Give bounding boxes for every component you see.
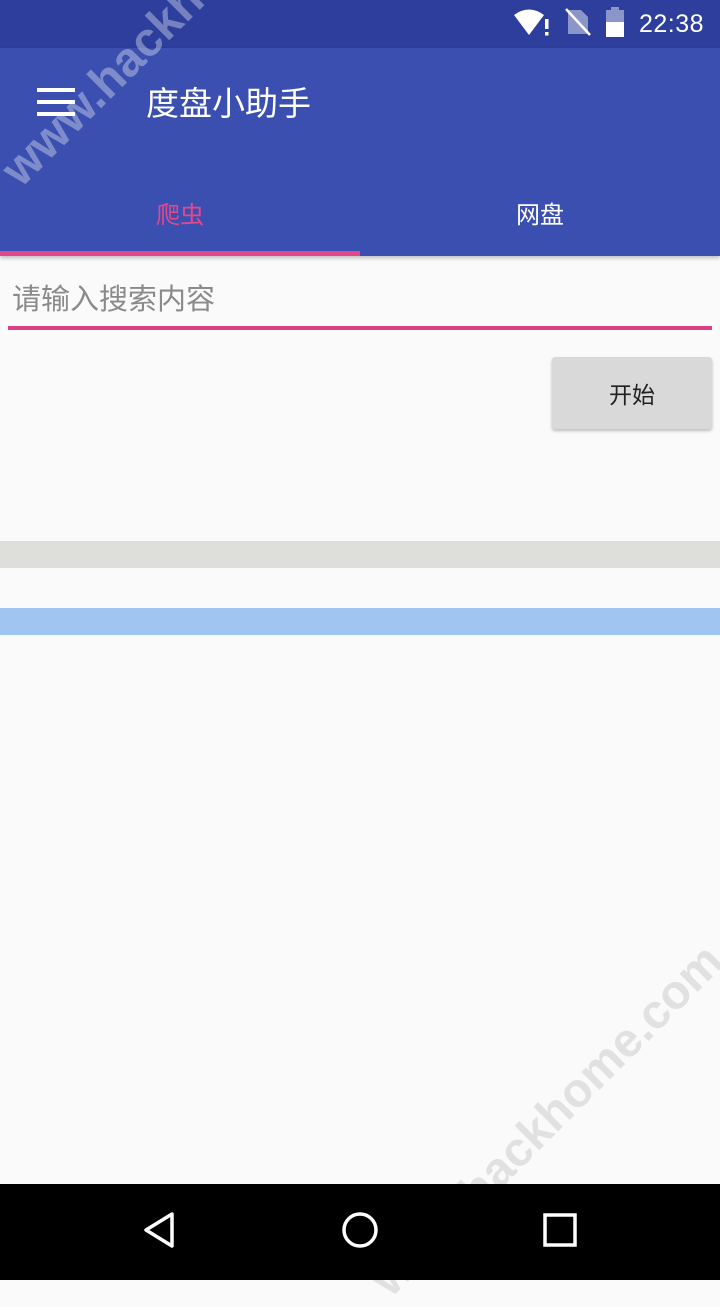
status-icons: 22:38 xyxy=(513,6,704,42)
tab-label: 网盘 xyxy=(516,200,564,229)
tab-label: 爬虫 xyxy=(156,200,204,229)
back-button[interactable] xyxy=(132,1204,188,1260)
tab-netdisk[interactable]: 网盘 xyxy=(360,168,720,256)
menu-button[interactable] xyxy=(22,74,90,134)
start-button[interactable]: 开始 xyxy=(552,357,712,429)
menu-icon xyxy=(37,88,75,120)
highlight-bar xyxy=(0,608,720,635)
no-sim-icon xyxy=(565,7,591,41)
recents-icon xyxy=(542,1212,578,1252)
separator-bar xyxy=(0,541,720,568)
app-bar: 度盘小助手 爬虫 网盘 xyxy=(0,48,720,256)
home-button[interactable] xyxy=(332,1204,388,1260)
status-bar: 22:38 xyxy=(0,0,720,48)
navigation-bar xyxy=(0,1184,720,1280)
status-time: 22:38 xyxy=(638,9,704,38)
back-icon xyxy=(140,1210,180,1254)
tab-crawler[interactable]: 爬虫 xyxy=(0,168,360,256)
search-input[interactable] xyxy=(8,272,712,326)
app-title: 度盘小助手 xyxy=(146,84,311,123)
home-icon xyxy=(340,1210,380,1254)
tab-indicator xyxy=(0,251,360,256)
wifi-alert-icon xyxy=(513,7,551,41)
battery-icon xyxy=(605,6,625,42)
search-underline xyxy=(8,326,712,330)
recents-button[interactable] xyxy=(532,1204,588,1260)
